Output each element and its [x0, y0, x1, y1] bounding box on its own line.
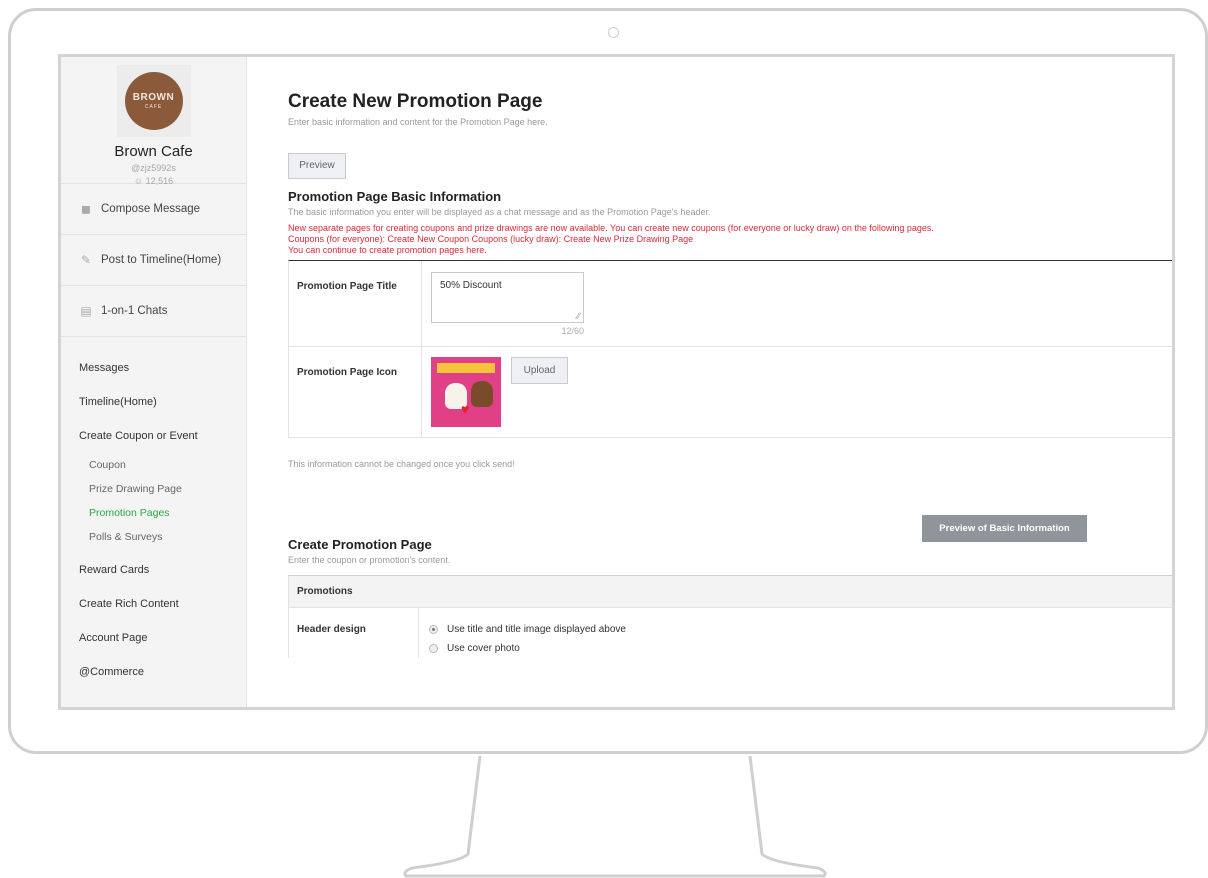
compose-message-button[interactable]: ◼ Compose Message: [61, 184, 246, 235]
nav-sub-polls[interactable]: Polls & Surveys: [61, 525, 246, 549]
radio-unselected[interactable]: [429, 644, 438, 653]
upload-button[interactable]: Upload: [511, 357, 568, 384]
promotion-icon-image: ♥: [431, 357, 501, 427]
account-profile: BROWN CAFE Brown Cafe @zjz5992s ☺ 12,516: [61, 57, 246, 186]
main-content: Create New Promotion Page Enter basic in…: [247, 57, 1172, 707]
title-label: Promotion Page Title: [289, 261, 422, 346]
page-title: Create New Promotion Page: [288, 91, 543, 112]
promotions-table-header: Promotions: [289, 576, 1172, 608]
header-design-options: Use title and title image displayed abov…: [419, 608, 626, 658]
nav-item-commerce[interactable]: @Commerce: [61, 655, 246, 689]
account-name: Brown Cafe: [114, 143, 193, 160]
radio-selected[interactable]: [429, 625, 438, 634]
edit-icon: ✎: [80, 253, 92, 267]
nav-sub-prize-drawing[interactable]: Prize Drawing Page: [61, 477, 246, 501]
resize-handle-icon[interactable]: ∕∕: [577, 311, 580, 321]
title-field-cell: 50% Discount ∕∕ 12/60: [422, 261, 1172, 346]
post-timeline-button[interactable]: ✎ Post to Timeline(Home): [61, 235, 246, 286]
sidebar-nav: Messages Timeline(Home) Create Coupon or…: [61, 337, 246, 689]
brand-logo: BROWN CAFE: [124, 72, 183, 130]
title-row: Promotion Page Title 50% Discount ∕∕ 12/…: [289, 261, 1172, 347]
avatar[interactable]: BROWN CAFE: [116, 65, 191, 137]
basic-info-description: The basic information you enter will be …: [288, 207, 711, 217]
nav-item-rich-content[interactable]: Create Rich Content: [61, 587, 246, 621]
follower-count-value: 12,516: [145, 176, 174, 186]
basic-info-form: Promotion Page Title 50% Discount ∕∕ 12/…: [288, 260, 1172, 438]
nav-item-timeline[interactable]: Timeline(Home): [61, 385, 246, 419]
person-icon: ☺: [133, 176, 144, 186]
option-label: Use cover photo: [447, 643, 520, 654]
notice-line: New separate pages for creating coupons …: [288, 223, 934, 233]
nav-sub-coupon[interactable]: Coupon: [61, 453, 246, 477]
compose-message-label: Compose Message: [101, 203, 201, 215]
nav-item-reward-cards[interactable]: Reward Cards: [61, 553, 246, 587]
nav-item-messages[interactable]: Messages: [61, 351, 246, 385]
account-handle: @zjz5992s: [131, 163, 176, 173]
icon-row: Promotion Page Icon ♥ Upload: [289, 347, 1172, 438]
speaker-icon: ◼: [81, 202, 91, 216]
create-promotion-description: Enter the coupon or promotion's content.: [288, 555, 451, 565]
option-use-title-image[interactable]: Use title and title image displayed abov…: [429, 620, 626, 639]
nav-item-account-page[interactable]: Account Page: [61, 621, 246, 655]
bear-character-icon: [471, 381, 493, 407]
monitor-stand: [403, 755, 827, 878]
notice-text: New separate pages for creating coupons …: [288, 223, 1172, 256]
post-timeline-label: Post to Timeline(Home): [101, 254, 222, 266]
page-description: Enter basic information and content for …: [288, 117, 548, 127]
camera-dot: [608, 27, 619, 38]
heart-icon: ♥: [461, 401, 470, 417]
promotions-table: Promotions Header design Use title and t…: [288, 575, 1172, 658]
nav-sub-promotion-pages[interactable]: Promotion Pages: [61, 501, 246, 525]
one-on-one-chats-button[interactable]: ▤ 1-on-1 Chats: [61, 286, 246, 337]
notice-line: Coupons (for everyone): Create New Coupo…: [288, 234, 694, 244]
header-design-label: Header design: [289, 608, 419, 658]
screen: BROWN CAFE Brown Cafe @zjz5992s ☺ 12,516…: [58, 54, 1175, 710]
option-use-cover-photo[interactable]: Use cover photo: [429, 639, 626, 658]
preview-basic-info-button[interactable]: Preview of Basic Information: [922, 515, 1087, 542]
promotion-title-value: 50% Discount: [440, 280, 502, 291]
char-count: 12/60: [561, 326, 584, 336]
info-note: This information cannot be changed once …: [288, 459, 515, 469]
logo-subtext: CAFE: [144, 104, 163, 110]
option-label: Use title and title image displayed abov…: [447, 624, 626, 635]
icon-field-cell: ♥ Upload: [422, 347, 1172, 437]
one-on-one-chats-label: 1-on-1 Chats: [101, 305, 168, 317]
logo-text: BROWN: [132, 92, 175, 103]
icon-banner: [437, 363, 495, 373]
header-design-row: Header design Use title and title image …: [289, 608, 1172, 658]
basic-info-title: Promotion Page Basic Information: [288, 189, 502, 204]
nav-item-coupon-event[interactable]: Create Coupon or Event: [61, 419, 246, 453]
notice-line: You can continue to create promotion pag…: [288, 245, 487, 255]
icon-label: Promotion Page Icon: [289, 347, 422, 437]
preview-button[interactable]: Preview: [288, 153, 346, 179]
promotion-title-input[interactable]: 50% Discount ∕∕: [431, 272, 584, 323]
chat-icon: ▤: [80, 304, 92, 318]
sidebar: BROWN CAFE Brown Cafe @zjz5992s ☺ 12,516…: [61, 57, 247, 707]
